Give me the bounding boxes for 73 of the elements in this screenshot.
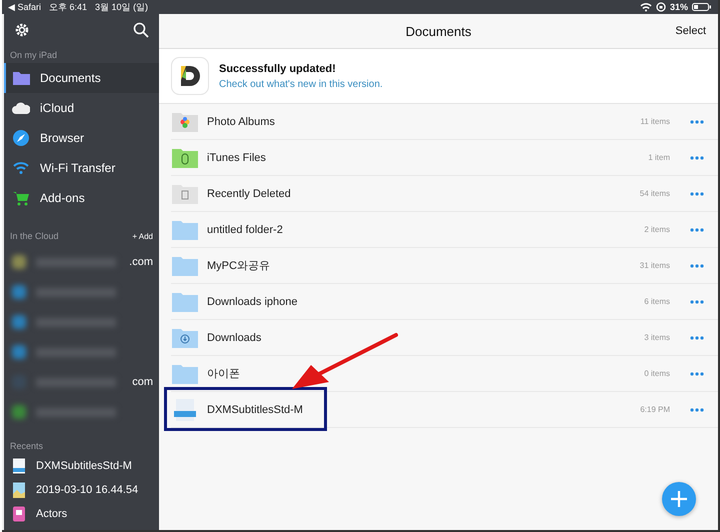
file-row[interactable]: Photo Albums 11 items <box>171 104 718 140</box>
section-title: In the Cloud <box>10 231 59 241</box>
more-icon <box>690 228 704 232</box>
more-icon <box>690 192 704 196</box>
select-link[interactable]: Select <box>666 25 706 37</box>
item-count: 11 items <box>640 117 670 126</box>
settings-icon[interactable] <box>14 22 30 38</box>
item-count: 1 item <box>648 153 670 162</box>
status-time: 오후 6:41 <box>49 0 88 14</box>
folder-icon <box>12 69 30 87</box>
file-name: MyPC와공유 <box>207 259 271 273</box>
file-name: Photo Albums <box>207 116 276 128</box>
add-button[interactable] <box>662 482 696 516</box>
recent-item[interactable]: DXMSubtitlesStd-M <box>4 454 159 478</box>
plus-icon <box>670 490 688 508</box>
file-icon <box>12 458 26 474</box>
compass-icon <box>12 129 30 147</box>
sidebar-item[interactable]: iCloud <box>4 93 159 123</box>
recent-item[interactable]: 2019-03-10 16.44.54 <box>4 478 159 502</box>
wifi-icon <box>12 159 30 177</box>
file-name: Recently Deleted <box>207 188 292 200</box>
image-file-icon <box>12 482 26 498</box>
item-count: 3 items <box>644 333 670 342</box>
item-count: 31 items <box>640 261 670 270</box>
battery-icon <box>692 2 712 12</box>
file-row[interactable]: iTunes Files 1 item <box>171 140 718 176</box>
recent-item[interactable]: Actors <box>4 502 159 526</box>
battery-percent: 31% <box>670 2 688 12</box>
file-row[interactable]: Downloads iphone 6 items <box>171 284 718 320</box>
file-name: Downloads iphone <box>207 296 299 308</box>
screen-title: Documents <box>406 24 472 38</box>
account-domain: .com <box>129 256 153 268</box>
search-icon[interactable] <box>133 22 149 38</box>
item-count: 6:19 PM <box>640 405 670 414</box>
sidebar-item[interactable]: Browser <box>4 123 159 153</box>
banner-title: Successfully updated! <box>219 62 337 74</box>
file-name: DXMSubtitlesStd-M <box>207 404 304 416</box>
more-icon <box>690 336 704 340</box>
more-icon <box>690 156 704 160</box>
lock-rotation-icon <box>656 2 666 12</box>
more-icon <box>690 372 704 376</box>
more-icon <box>690 408 704 412</box>
app-icon <box>12 506 26 522</box>
item-count: 54 items <box>640 189 670 198</box>
item-count: 2 items <box>644 225 670 234</box>
wifi-icon <box>640 2 652 12</box>
font-file-icon <box>171 398 199 422</box>
file-name: 아이폰 <box>207 367 241 381</box>
status-date: 3월 10일 (일) <box>95 0 148 14</box>
whats-new-link[interactable]: Check out what's new in this version. <box>219 78 383 90</box>
cart-icon <box>12 189 30 207</box>
sidebar-item[interactable]: Wi-Fi Transfer <box>4 153 159 183</box>
file-row[interactable]: Downloads 3 items <box>171 320 718 356</box>
section-title: On my iPad <box>9 49 58 62</box>
file-name: Downloads <box>207 332 262 344</box>
file-row[interactable]: Recently Deleted 54 items <box>171 176 718 212</box>
item-count: 6 items <box>644 297 670 306</box>
more-icon <box>690 264 704 268</box>
file-row[interactable]: MyPC와공유 31 items <box>171 248 718 284</box>
file-row[interactable]: DXMSubtitlesStd-M 6:19 PM <box>171 392 718 428</box>
file-name: iTunes Files <box>207 152 267 164</box>
more-icon <box>690 300 704 304</box>
back-link[interactable]: ◀ Safari <box>8 2 42 12</box>
file-row[interactable]: untitled folder-2 2 items <box>171 212 718 248</box>
section-title: Recents <box>9 440 44 453</box>
sidebar-item[interactable]: Add-ons <box>4 183 159 213</box>
sidebar-item[interactable]: Documents <box>4 63 159 93</box>
app-logo-icon <box>171 57 209 95</box>
account-domain: com <box>132 376 153 388</box>
more-icon <box>690 120 704 124</box>
item-count: 0 items <box>644 369 670 378</box>
file-name: untitled folder-2 <box>207 224 284 236</box>
add-link[interactable]: + Add <box>132 232 153 240</box>
